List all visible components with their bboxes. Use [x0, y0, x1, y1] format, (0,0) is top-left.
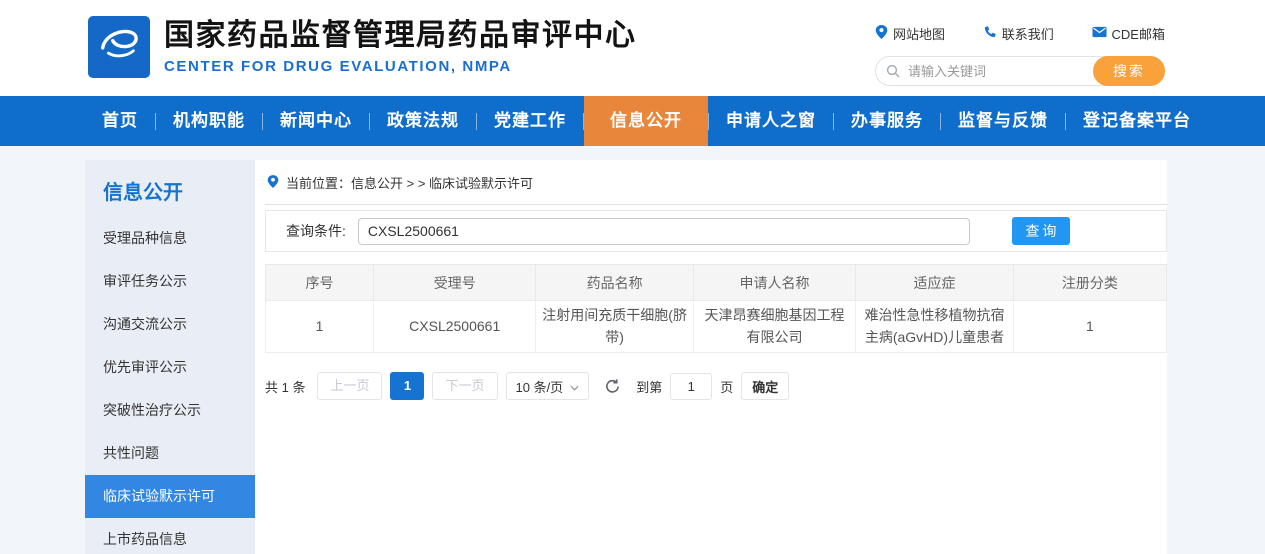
pagination-total: 共 1 条 — [265, 377, 305, 396]
nav-item-news[interactable]: 新闻中心 — [263, 96, 369, 146]
search-button[interactable]: 搜索 — [1093, 56, 1165, 86]
page-number-1[interactable]: 1 — [390, 372, 424, 400]
pagination: 共 1 条 上一页 1 下一页 10 条/页 到第 页 确定 — [265, 372, 1167, 400]
col-header-indication: 适应症 — [856, 265, 1014, 301]
table-row: 1 CXSL2500661 注射用间充质干细胞(脐带) 天津昂赛细胞基因工程有限… — [266, 301, 1167, 353]
location-pin-icon — [267, 174, 279, 192]
query-label: 查询条件: — [286, 221, 346, 241]
nav-item-services[interactable]: 办事服务 — [834, 96, 940, 146]
cell-drug-name: 注射用间充质干细胞(脐带) — [536, 301, 694, 353]
contact-us-link[interactable]: 联系我们 — [983, 24, 1054, 43]
site-subtitle: CENTER FOR DRUG EVALUATION, NMPA — [164, 58, 637, 75]
nav-item-home[interactable]: 首页 — [85, 96, 155, 146]
nav-item-functions[interactable]: 机构职能 — [156, 96, 262, 146]
location-pin-icon — [875, 24, 888, 43]
cell-applicant: 天津昂赛细胞基因工程有限公司 — [693, 301, 855, 353]
sidebar-item-common-issues[interactable]: 共性问题 — [85, 432, 255, 475]
col-header-applicant: 申请人名称 — [693, 265, 855, 301]
search-icon — [886, 64, 900, 83]
header-search: 搜索 — [875, 56, 1165, 86]
site-title: 国家药品监督管理局药品审评中心 — [164, 19, 637, 54]
next-page-button[interactable]: 下一页 — [432, 372, 497, 400]
site-header: 国家药品监督管理局药品审评中心 CENTER FOR DRUG EVALUATI… — [0, 0, 1265, 96]
nav-item-policies[interactable]: 政策法规 — [370, 96, 476, 146]
sidebar-title: 信息公开 — [85, 160, 255, 217]
envelope-icon — [1092, 26, 1107, 41]
col-header-registration-class: 注册分类 — [1013, 265, 1166, 301]
nav-item-applicant-window[interactable]: 申请人之窗 — [709, 96, 833, 146]
prev-page-button[interactable]: 上一页 — [317, 372, 382, 400]
breadcrumb: 当前位置：信息公开 > > 临床试验默示许可 — [265, 160, 1167, 205]
confirm-button[interactable]: 确定 — [741, 372, 789, 400]
cde-mail-link[interactable]: CDE邮箱 — [1092, 24, 1165, 43]
phone-icon — [983, 25, 997, 42]
chevron-down-icon — [570, 379, 579, 394]
results-table: 序号 受理号 药品名称 申请人名称 适应症 注册分类 1 CXSL2500661… — [265, 264, 1167, 353]
cell-seq: 1 — [266, 301, 374, 353]
page-size-select[interactable]: 10 条/页 — [506, 372, 590, 400]
sidebar-item-clinical-trial-implied-license[interactable]: 临床试验默示许可 — [85, 475, 255, 518]
cell-acceptance-no: CXSL2500661 — [374, 301, 536, 353]
sidebar-item-marketed-drugs[interactable]: 上市药品信息 — [85, 518, 255, 554]
sidebar-item-priority-review[interactable]: 优先审评公示 — [85, 346, 255, 389]
nav-item-info-disclosure[interactable]: 信息公开 — [584, 96, 708, 146]
goto-page-unit: 页 — [720, 377, 733, 396]
main-nav: 首页 机构职能 新闻中心 政策法规 党建工作 信息公开 申请人之窗 办事服务 监… — [0, 96, 1265, 146]
breadcrumb-text: 当前位置：信息公开 > > 临床试验默示许可 — [286, 173, 533, 192]
sidebar-item-communication[interactable]: 沟通交流公示 — [85, 303, 255, 346]
cell-registration-class: 1 — [1013, 301, 1166, 353]
main-content: 当前位置：信息公开 > > 临床试验默示许可 查询条件: 查询 序号 受理号 药… — [265, 160, 1167, 554]
refresh-icon[interactable] — [604, 378, 621, 395]
sidebar: 信息公开 受理品种信息 审评任务公示 沟通交流公示 优先审评公示 突破性治疗公示… — [85, 160, 255, 554]
sidebar-item-accepted-varieties[interactable]: 受理品种信息 — [85, 217, 255, 260]
query-input[interactable] — [358, 218, 970, 245]
top-links: 网站地图 联系我们 CDE邮箱 — [875, 24, 1165, 43]
cell-indication: 难治性急性移植物抗宿主病(aGvHD)儿童患者 — [856, 301, 1014, 353]
nav-item-registration-platform[interactable]: 登记备案平台 — [1066, 96, 1208, 146]
cde-logo — [88, 16, 150, 78]
swoosh-bird-icon — [96, 22, 142, 73]
col-header-seq: 序号 — [266, 265, 374, 301]
nav-item-supervision-feedback[interactable]: 监督与反馈 — [941, 96, 1065, 146]
col-header-drug-name: 药品名称 — [536, 265, 694, 301]
query-button[interactable]: 查询 — [1012, 217, 1070, 245]
sidebar-item-review-tasks[interactable]: 审评任务公示 — [85, 260, 255, 303]
sitemap-link[interactable]: 网站地图 — [875, 24, 945, 43]
nav-item-party-building[interactable]: 党建工作 — [477, 96, 583, 146]
goto-page-input[interactable] — [670, 373, 712, 400]
query-panel: 查询条件: 查询 — [265, 210, 1167, 252]
goto-page-label: 到第 — [636, 377, 662, 396]
sidebar-item-breakthrough-therapy[interactable]: 突破性治疗公示 — [85, 389, 255, 432]
col-header-acceptance-no: 受理号 — [374, 265, 536, 301]
table-header-row: 序号 受理号 药品名称 申请人名称 适应症 注册分类 — [266, 265, 1167, 301]
